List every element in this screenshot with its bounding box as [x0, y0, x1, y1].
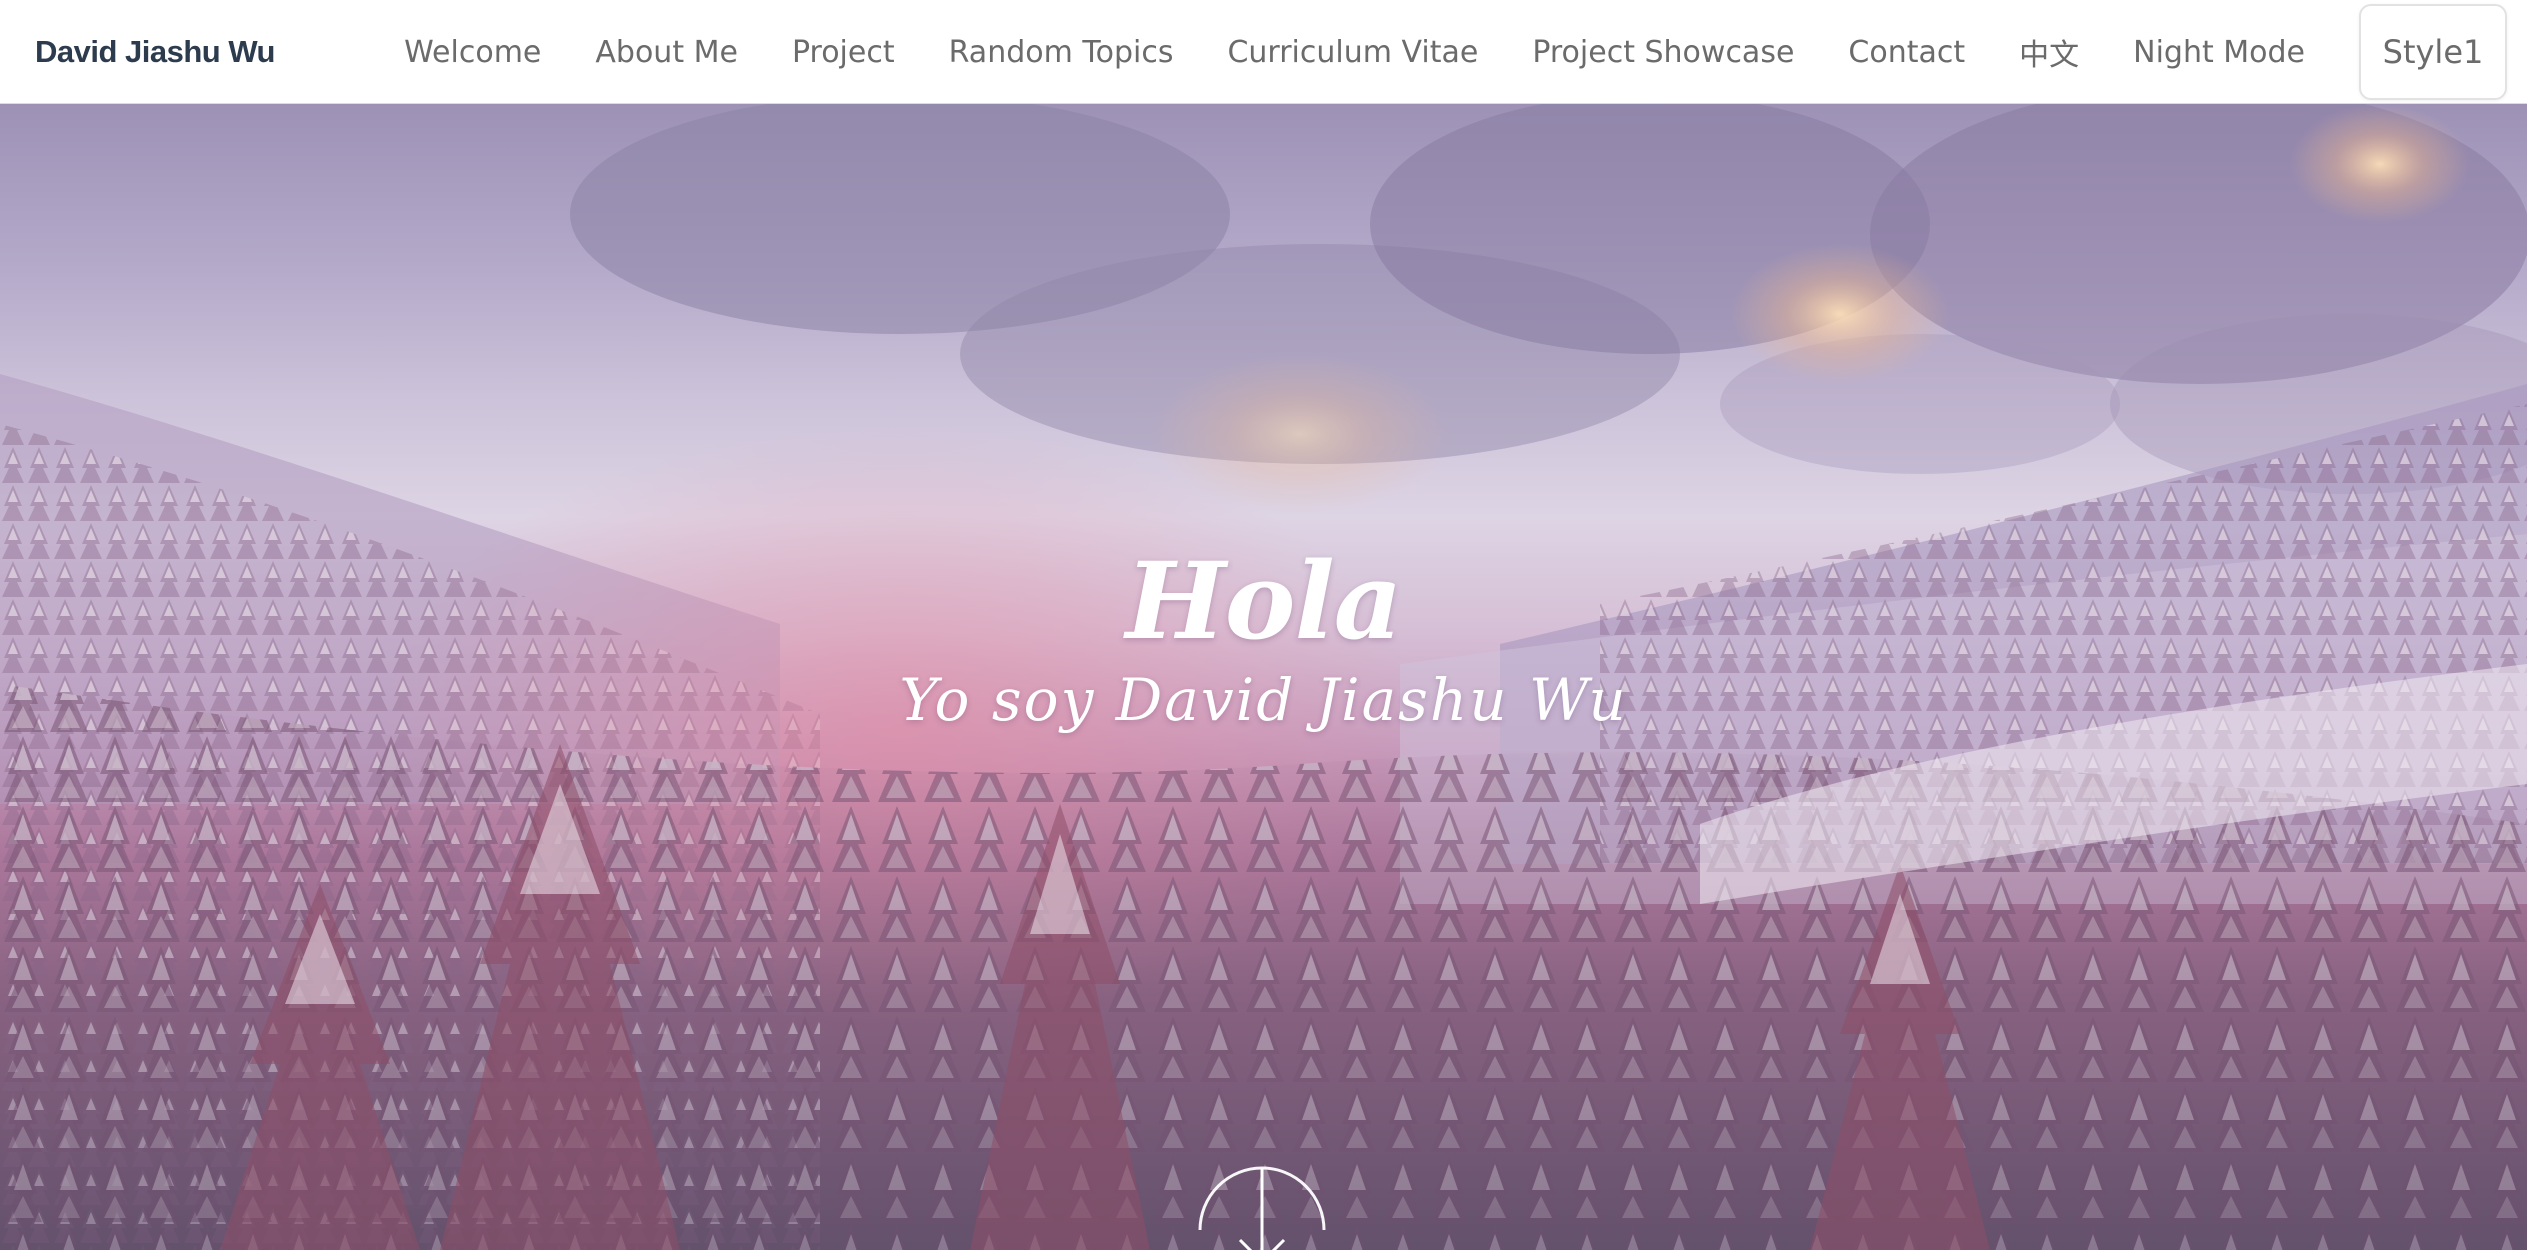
hero-title: Hola	[1125, 538, 1403, 663]
hero-section: Hola Yo soy David Jiashu Wu	[0, 104, 2527, 1250]
hero-subtitle: Yo soy David Jiashu Wu	[899, 666, 1628, 734]
site-brand[interactable]: David Jiashu Wu	[35, 0, 276, 104]
nav-link-curriculum-vitae[interactable]: Curriculum Vitae	[1227, 35, 1478, 70]
nav-link-project[interactable]: Project	[792, 35, 895, 70]
top-navbar: David Jiashu Wu Welcome About Me Project…	[0, 0, 2527, 104]
nav-links: Welcome About Me Project Random Topics C…	[404, 0, 2527, 104]
nav-link-project-showcase[interactable]: Project Showcase	[1532, 35, 1794, 70]
nav-link-contact[interactable]: Contact	[1848, 35, 1965, 70]
nav-link-night-mode[interactable]: Night Mode	[2133, 35, 2305, 70]
nav-link-about-me[interactable]: About Me	[595, 35, 738, 70]
chevron-down-circle-icon[interactable]	[1182, 1144, 1342, 1250]
nav-link-random-topics[interactable]: Random Topics	[949, 35, 1174, 70]
style-toggle-button[interactable]: Style1	[2359, 4, 2507, 100]
nav-link-chinese[interactable]: 中文	[2019, 30, 2079, 74]
nav-link-welcome[interactable]: Welcome	[404, 35, 541, 70]
